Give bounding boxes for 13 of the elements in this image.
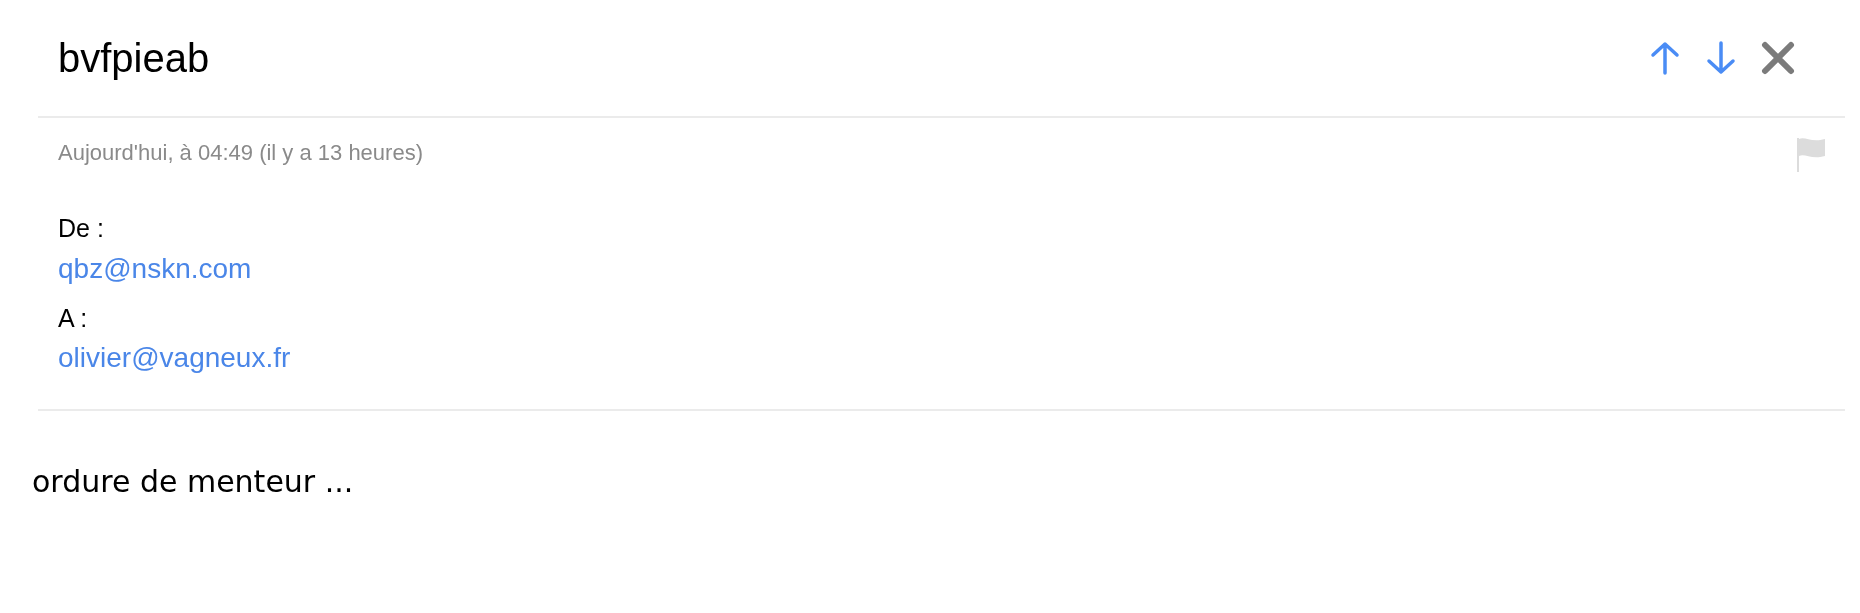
up-arrow-icon bbox=[1649, 40, 1681, 76]
previous-button[interactable] bbox=[1649, 40, 1681, 76]
next-button[interactable] bbox=[1705, 40, 1737, 76]
close-icon bbox=[1761, 41, 1795, 75]
down-arrow-icon bbox=[1705, 40, 1737, 76]
email-subject: bvfpieab bbox=[58, 35, 210, 82]
close-button[interactable] bbox=[1761, 41, 1795, 75]
sender-link[interactable]: qbz@nskn.com bbox=[58, 252, 252, 284]
date-text: Aujourd'hui, à 04:49 (il y a 13 heures) bbox=[58, 139, 423, 167]
recipient-link[interactable]: olivier@vagneux.fr bbox=[58, 342, 291, 373]
from-label: De : bbox=[58, 213, 105, 244]
message-body: ordure de menteur ... bbox=[32, 464, 354, 499]
recipient-label: A : bbox=[58, 302, 89, 334]
